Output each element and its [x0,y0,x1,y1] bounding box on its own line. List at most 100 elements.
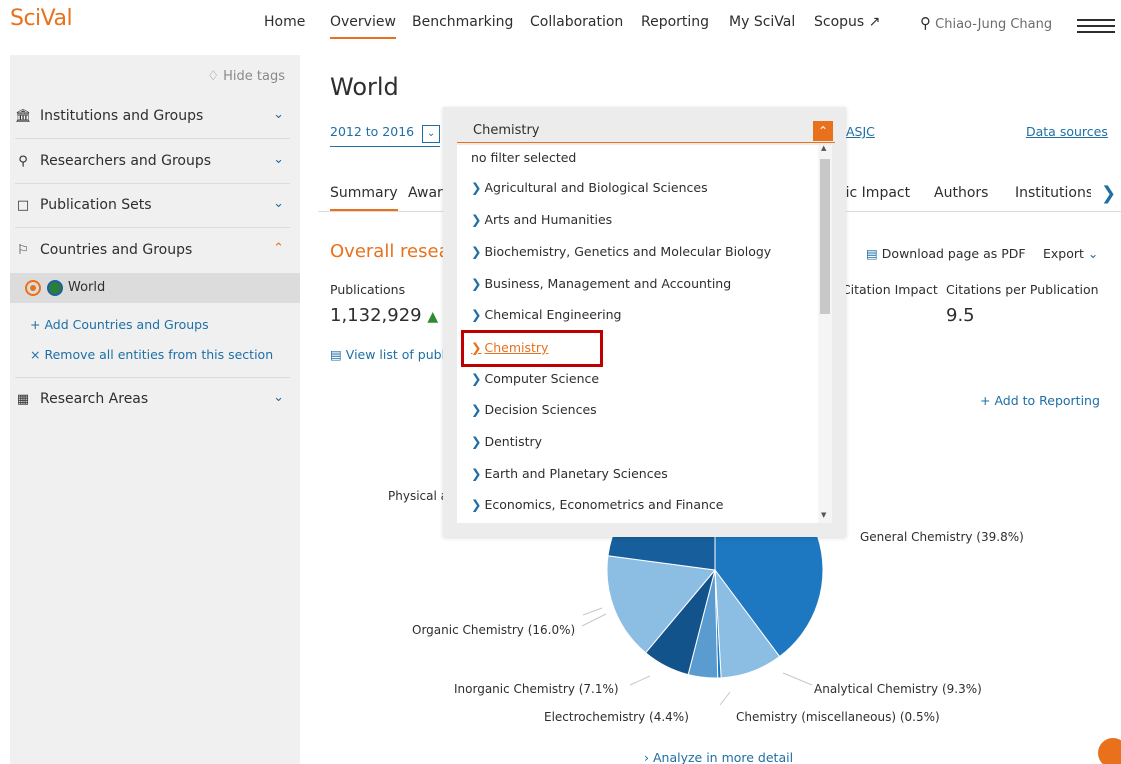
list-item-label: Agricultural and Biological Sciences [484,180,708,195]
chevron-right-icon: ❯ [471,180,482,195]
list-item-label: Dentistry [484,434,543,449]
chevron-right-icon: › [644,750,649,764]
hide-tags-label: Hide tags [223,69,285,84]
entity-row-world[interactable]: World [10,273,300,303]
list-item-label: Business, Management and Accounting [484,276,732,291]
list-item[interactable]: ❯ Earth and Planetary Sciences [471,466,668,481]
chevron-right-icon: ❯ [471,466,482,481]
chevron-right-icon: ❯ [471,276,482,291]
citation-impact-label: d Citation Impact [830,282,938,297]
selected-radio-icon[interactable] [25,280,41,296]
publications-value: 1,132,929 ▲ [330,305,438,326]
list-item[interactable]: ❯ Chemical Engineering [471,307,621,322]
dropdown-scrollbar[interactable]: ▲ ▼ [818,144,832,523]
export-label: Export [1043,246,1084,261]
pie-label-misc: Chemistry (miscellaneous) (0.5%) [736,710,940,724]
download-pdf-button[interactable]: ▤ Download page as PDF [866,246,1026,261]
sidebar-section-label: Research Areas [40,391,149,407]
publications-label: Publications [330,282,406,297]
year-underline [330,146,440,147]
list-item-label: Earth and Planetary Sciences [484,466,668,481]
chevron-down-icon[interactable]: ⌄ [273,196,284,211]
remove-entities-link[interactable]: × Remove all entities from this section [30,347,273,362]
list-item-label: Arts and Humanities [484,212,613,227]
pie-label-physical: Physical a [388,489,448,503]
highlight-box [461,330,603,367]
selected-subject-label: Chemistry [473,123,540,138]
user-menu[interactable]: ⚲ Chiao-Jung Chang [920,14,1052,32]
analyze-more-link[interactable]: › Analyze in more detail [644,750,793,764]
list-item-no-filter[interactable]: no filter selected [471,150,576,165]
sidebar-section-research-areas[interactable]: ▦ Research Areas ⌄ [15,377,290,421]
section-title: Overall resear [330,241,458,262]
pie-label-general: General Chemistry (39.8%) [860,530,1024,544]
add-countries-link[interactable]: + Add Countries and Groups [30,317,209,332]
tab-institutions[interactable]: Institutions [1015,185,1091,201]
chevron-up-icon[interactable]: ⌃ [273,241,284,256]
chevron-up-icon[interactable]: ⌃ [813,121,833,141]
sidebar-section-institutions[interactable]: 🏛 Institutions and Groups ⌄ [15,95,290,139]
hide-tags-button[interactable]: ♢ Hide tags [207,69,285,84]
sidebar-section-label: Institutions and Groups [40,108,204,124]
data-sources-link[interactable]: Data sources [1026,124,1108,139]
institution-icon: 🏛 [15,109,32,124]
list-item[interactable]: ❯ Business, Management and Accounting [471,276,731,291]
chevron-right-icon: ❯ [471,244,482,259]
scival-logo[interactable]: SciVal [10,6,73,31]
chevron-right-icon[interactable]: ❯ [1101,183,1116,204]
sidebar-section-researchers[interactable]: ⚲ Researchers and Groups ⌄ [15,140,290,184]
list-item-label: Chemical Engineering [484,307,622,322]
list-item[interactable]: ❯ Computer Science [471,371,599,386]
list-item[interactable]: ❯ Economics, Econometrics and Finance [471,497,724,512]
chevron-down-icon[interactable]: ⌄ [273,107,284,122]
sidebar: ♢ Hide tags 🏛 Institutions and Groups ⌄ … [10,55,300,764]
nav-collaboration[interactable]: Collaboration [530,14,623,30]
list-item[interactable]: ❯ Dentistry [471,434,542,449]
list-item-label: Computer Science [484,371,600,386]
add-to-reporting-link[interactable]: + Add to Reporting [980,393,1100,408]
entity-label: World [68,280,106,295]
list-item[interactable]: ❯ Biochemistry, Genetics and Molecular Bi… [471,244,771,259]
nav-overview[interactable]: Overview [330,14,396,39]
tab-authors[interactable]: Authors [934,185,988,201]
tab-summary[interactable]: Summary [330,185,398,211]
scroll-down-icon[interactable]: ▼ [821,511,826,519]
list-item[interactable]: ❯ Decision Sciences [471,402,597,417]
list-item-label: Decision Sciences [484,402,597,417]
scroll-up-icon[interactable]: ▲ [821,144,826,152]
chevron-right-icon: ❯ [471,402,482,417]
subject-area-select[interactable]: Chemistry ⌃ [457,115,835,143]
nav-reporting[interactable]: Reporting [641,14,709,30]
sidebar-section-countries[interactable]: ⚐ Countries and Groups ⌃ [15,229,290,273]
chevron-right-icon: ❯ [471,212,482,227]
page-title: World [330,73,399,101]
citations-per-pub-value: 9.5 [946,305,975,326]
asjc-link[interactable]: ASJC [846,124,875,139]
sidebar-section-label: Countries and Groups [40,242,193,258]
list-item[interactable]: ❯ Arts and Humanities [471,212,612,227]
sidebar-section-publication-sets[interactable]: □ Publication Sets ⌄ [15,184,290,228]
hamburger-menu-icon[interactable] [1077,19,1115,33]
chevron-down-icon[interactable]: ⌄ [422,125,441,143]
document-icon: □ [16,198,30,213]
year-range-select[interactable]: 2012 to 2016 ⌄ [330,124,441,143]
tab-awards[interactable]: Awar [408,185,443,201]
download-pdf-label: Download page as PDF [881,246,1026,261]
chevron-down-icon[interactable]: ⌄ [273,152,284,167]
scrollbar-thumb[interactable] [820,159,830,314]
list-icon: ▤ [330,347,342,362]
nav-scopus[interactable]: Scopus ↗ [814,14,880,30]
person-icon: ⚲ [18,154,28,169]
user-name: Chiao-Jung Chang [935,17,1053,32]
export-button[interactable]: Export ⌄ [1043,246,1098,261]
feedback-bubble-icon[interactable] [1098,738,1121,764]
sidebar-section-label: Researchers and Groups [40,153,212,169]
chevron-down-icon[interactable]: ⌄ [273,390,284,405]
chevron-right-icon: ❯ [471,434,482,449]
nav-home[interactable]: Home [264,14,305,30]
nav-benchmarking[interactable]: Benchmarking [412,14,513,30]
grid-icon: ▦ [16,392,30,407]
nav-my-scival[interactable]: My SciVal [729,14,795,30]
list-item-label: Biochemistry, Genetics and Molecular Bio… [484,244,772,259]
list-item[interactable]: ❯ Agricultural and Biological Sciences [471,180,708,195]
